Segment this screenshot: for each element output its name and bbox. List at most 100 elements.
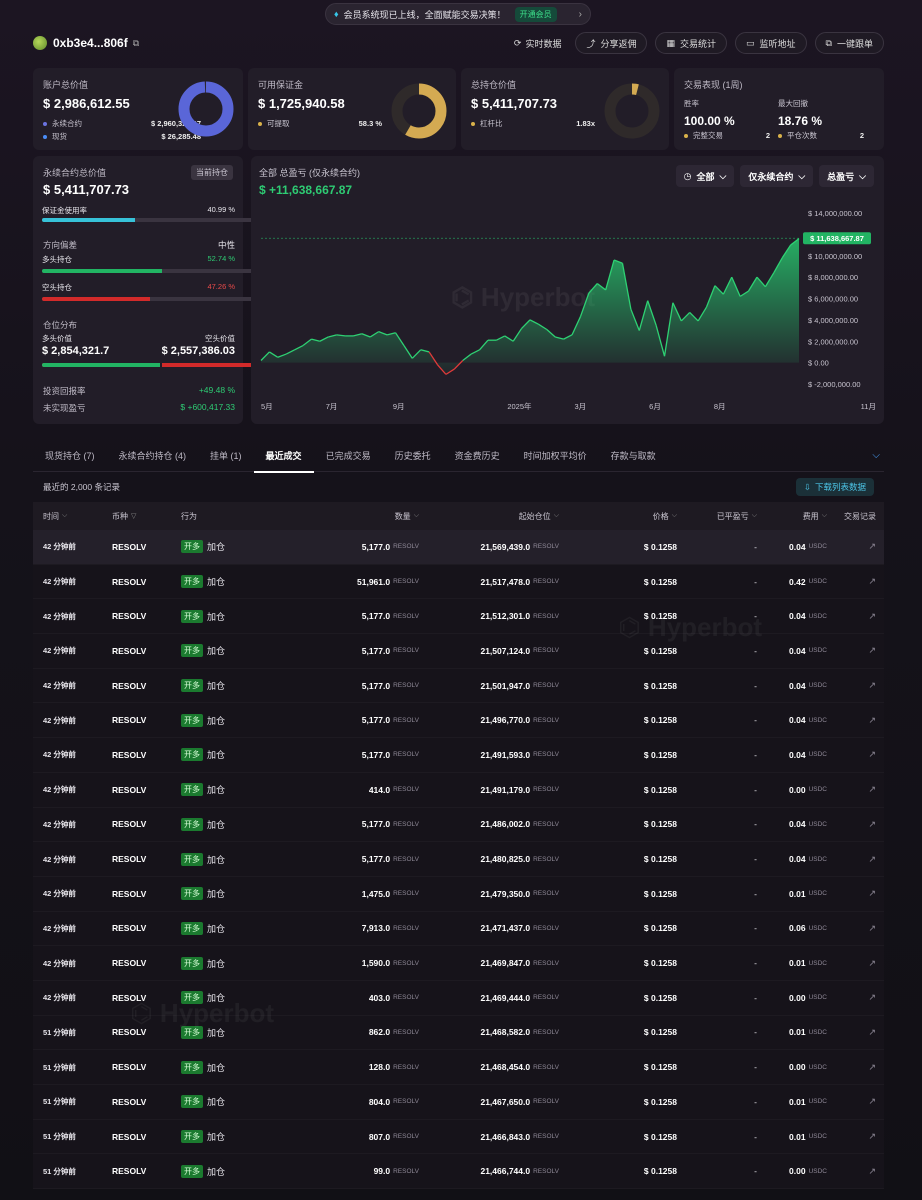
column-header[interactable]: 已平盈亏 ⌵ bbox=[693, 502, 757, 530]
tab-6[interactable]: 资金费历史 bbox=[443, 440, 512, 472]
cell-trade-link[interactable]: ↗ bbox=[833, 1154, 876, 1188]
external-link-icon[interactable]: ↗ bbox=[868, 680, 876, 691]
tab-7[interactable]: 时间加权平均价 bbox=[512, 440, 599, 472]
sort-icon[interactable]: ⌵ bbox=[554, 512, 559, 520]
table-row[interactable]: 51 分钟前 RESOLV 开多 加仓 862.0 RESOLV 21,468,582.0 R… bbox=[33, 1015, 884, 1051]
sort-icon[interactable]: ⌵ bbox=[62, 512, 67, 520]
external-link-icon[interactable]: ↗ bbox=[868, 1062, 876, 1073]
external-link-icon[interactable]: ↗ bbox=[868, 541, 876, 552]
cell-trade-link[interactable]: ↗ bbox=[833, 669, 876, 703]
tab-4[interactable]: 已完成交易 bbox=[314, 440, 383, 472]
tab-0[interactable]: 现货持仓 (7) bbox=[33, 440, 107, 472]
sort-icon[interactable]: ⌵ bbox=[822, 512, 827, 520]
cell-trade-link[interactable]: ↗ bbox=[833, 565, 876, 599]
tab-8[interactable]: 存款与取款 bbox=[599, 440, 668, 472]
external-link-icon[interactable]: ↗ bbox=[868, 819, 876, 830]
external-link-icon[interactable]: ↗ bbox=[868, 715, 876, 726]
tab-1[interactable]: 永续合约持仓 (4) bbox=[107, 440, 199, 472]
cell-trade-link[interactable]: ↗ bbox=[833, 599, 876, 633]
refresh-button[interactable]: ⟳ 实时数据 bbox=[508, 37, 568, 50]
chart-button[interactable]: ▦ 交易统计 bbox=[655, 32, 728, 54]
external-link-icon[interactable]: ↗ bbox=[868, 854, 876, 865]
tab-5[interactable]: 历史委托 bbox=[383, 440, 443, 472]
cell-trade-link[interactable]: ↗ bbox=[833, 946, 876, 980]
external-link-icon[interactable]: ↗ bbox=[868, 992, 876, 1003]
chevron-right-icon[interactable]: › bbox=[579, 9, 582, 20]
table-row[interactable]: 42 分钟前 RESOLV 开多 加仓 7,913.0 RESOLV 21,471,437.… bbox=[33, 911, 884, 947]
table-row[interactable]: 42 分钟前 RESOLV 开多 加仓 5,177.0 RESOLV 21,501,947.… bbox=[33, 668, 884, 704]
table-row[interactable]: 51 分钟前 RESOLV 开多 加仓 807.0 RESOLV 21,466,843.0 R… bbox=[33, 1119, 884, 1155]
price: $ 0.1258 bbox=[643, 923, 677, 934]
external-link-icon[interactable]: ↗ bbox=[868, 1027, 876, 1038]
table-row[interactable]: 42 分钟前 RESOLV 开多 加仓 414.0 RESOLV 21,491,179.0 R… bbox=[33, 772, 884, 808]
cell-trade-link[interactable]: ↗ bbox=[833, 1120, 876, 1154]
table-row[interactable]: 42 分钟前 RESOLV 开多 加仓 403.0 RESOLV 21,469,444.0 R… bbox=[33, 980, 884, 1016]
external-link-icon[interactable]: ↗ bbox=[868, 958, 876, 969]
table-row[interactable]: 42 分钟前 RESOLV 开多 加仓 1,475.0 RESOLV 21,479,350.… bbox=[33, 876, 884, 912]
current-positions-badge[interactable]: 当前持仓 bbox=[191, 165, 233, 180]
copy-icon[interactable]: ⧉ bbox=[133, 38, 139, 49]
table-row[interactable]: 51 分钟前 RESOLV 开多 加仓 128.0 RESOLV 21,468,454.0 R… bbox=[33, 1050, 884, 1085]
external-link-icon[interactable]: ↗ bbox=[868, 645, 876, 656]
table-row[interactable]: 42 分钟前 RESOLV 开多 加仓 1,590.0 RESOLV 21,469,847.… bbox=[33, 946, 884, 981]
external-link-icon[interactable]: ↗ bbox=[868, 749, 876, 760]
trade-time: 42 分钟前 bbox=[43, 577, 76, 587]
cell-trade-link[interactable]: ↗ bbox=[833, 773, 876, 807]
cell-trade-link[interactable]: ↗ bbox=[833, 530, 876, 564]
external-link-icon[interactable]: ↗ bbox=[868, 611, 876, 622]
share-button[interactable]: ⤴ 分享返佣 bbox=[575, 32, 648, 54]
tab-2[interactable]: 挂单 (1) bbox=[198, 440, 254, 472]
cell-trade-link[interactable]: ↗ bbox=[833, 634, 876, 668]
sort-icon[interactable]: ⌵ bbox=[752, 512, 757, 520]
column-header[interactable]: 价格 ⌵ bbox=[573, 502, 677, 530]
column-header[interactable]: 费用 ⌵ bbox=[763, 502, 827, 530]
cell-trade-link[interactable]: ↗ bbox=[833, 738, 876, 772]
column-header[interactable]: 数量 ⌵ bbox=[283, 502, 419, 530]
cell-trade-link[interactable]: ↗ bbox=[833, 842, 876, 876]
filter-icon[interactable]: ▽ bbox=[131, 512, 136, 520]
download-list-button[interactable]: ⇩ 下载列表数据 bbox=[795, 478, 874, 496]
column-header[interactable]: 币种 ▽ bbox=[112, 502, 172, 530]
table-row[interactable]: 51 分钟前 RESOLV 开多 加仓 804.0 RESOLV 21,467,650.0 R… bbox=[33, 1085, 884, 1120]
short-position-bar bbox=[42, 297, 270, 301]
table-row[interactable]: 51 分钟前 RESOLV 开多 加仓 99.0 RESOLV 21,466,744.0 RE… bbox=[33, 1154, 884, 1190]
sort-icon[interactable]: ⌵ bbox=[672, 512, 677, 520]
external-link-icon[interactable]: ↗ bbox=[868, 784, 876, 795]
table-row[interactable]: 42 分钟前 RESOLV 开多 加仓 5,177.0 RESOLV 21,496,770.… bbox=[33, 703, 884, 739]
short-value: $ 2,557,386.03 bbox=[161, 345, 235, 357]
cell-trade-link[interactable]: ↗ bbox=[833, 1085, 876, 1119]
cell-trade-link[interactable]: ↗ bbox=[833, 912, 876, 946]
external-link-icon[interactable]: ↗ bbox=[868, 1131, 876, 1142]
price: $ 0.1258 bbox=[643, 1027, 677, 1038]
external-link-icon[interactable]: ↗ bbox=[868, 1166, 876, 1177]
trade-time: 42 分钟前 bbox=[43, 993, 76, 1003]
tab-3[interactable]: 最近成交 bbox=[253, 440, 314, 473]
sort-icon[interactable]: ⌵ bbox=[414, 512, 419, 520]
column-header[interactable]: 起始仓位 ⌵ bbox=[433, 502, 559, 530]
cell-trade-link[interactable]: ↗ bbox=[833, 1050, 876, 1084]
copy-trade-button[interactable]: ⧉ 一键跟单 bbox=[814, 32, 884, 54]
chevron-down-icon[interactable]: ⌵ bbox=[872, 450, 880, 461]
cell-action: 开多 加仓 bbox=[181, 1016, 241, 1050]
table-row[interactable]: 42 分钟前 RESOLV 开多 加仓 5,177.0 RESOLV 21,512,301.… bbox=[33, 599, 884, 635]
cell-trade-link[interactable]: ↗ bbox=[833, 703, 876, 737]
announcement-banner[interactable]: ♦ 会员系统现已上线，全面赋能交易决策！ 开通会员 › bbox=[325, 3, 591, 25]
cell-trade-link[interactable]: ↗ bbox=[833, 1016, 876, 1050]
table-row[interactable]: 42 分钟前 RESOLV 开多 加仓 5,177.0 RESOLV 21,507,124.… bbox=[33, 634, 884, 669]
table-row[interactable]: 42 分钟前 RESOLV 开多 加仓 5,177.0 RESOLV 21,491,593.… bbox=[33, 738, 884, 773]
external-link-icon[interactable]: ↗ bbox=[868, 576, 876, 587]
external-link-icon[interactable]: ↗ bbox=[868, 923, 876, 934]
column-header[interactable]: 时间 ⌵ bbox=[43, 502, 113, 530]
address-header: 0xb3e4...806f ⧉ ⟳ 实时数据 ⤴ 分享返佣 ▦ 交易统计 ▭ 监听地址 ⧉ 一键跟… bbox=[33, 32, 884, 54]
external-link-icon[interactable]: ↗ bbox=[868, 888, 876, 899]
cell-trade-link[interactable]: ↗ bbox=[833, 808, 876, 842]
table-row[interactable]: 42 分钟前 RESOLV 开多 加仓 5,177.0 RESOLV 21,569,439.… bbox=[33, 530, 884, 565]
table-row[interactable]: 42 分钟前 RESOLV 开多 加仓 5,177.0 RESOLV 21,480,825.… bbox=[33, 842, 884, 877]
open-membership-button[interactable]: 开通会员 bbox=[514, 6, 557, 22]
cell-trade-link[interactable]: ↗ bbox=[833, 877, 876, 911]
table-row[interactable]: 42 分钟前 RESOLV 开多 加仓 5,177.0 RESOLV 21,486,002.… bbox=[33, 807, 884, 843]
monitor-button[interactable]: ▭ 监听地址 bbox=[735, 32, 807, 54]
cell-trade-link[interactable]: ↗ bbox=[833, 981, 876, 1015]
table-row[interactable]: 42 分钟前 RESOLV 开多 加仓 51,961.0 RESOLV 21,517,478… bbox=[33, 564, 884, 600]
external-link-icon[interactable]: ↗ bbox=[868, 1096, 876, 1107]
